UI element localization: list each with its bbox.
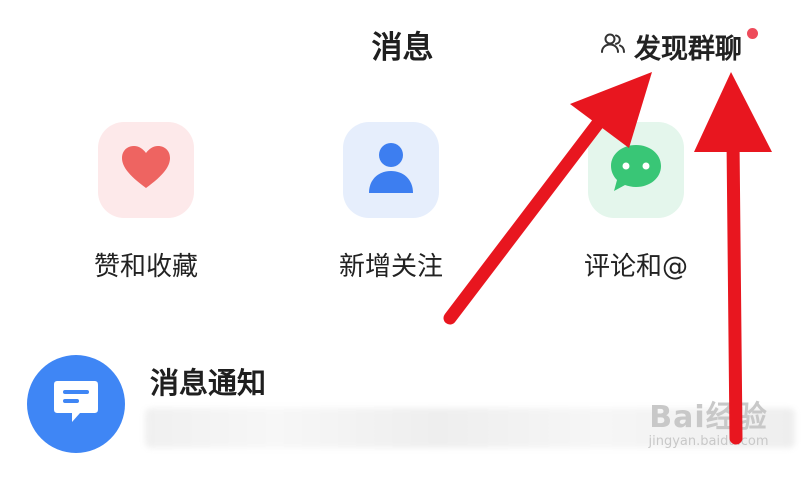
- shortcut-label: 赞和收藏: [93, 252, 198, 282]
- comments-tile: [588, 122, 684, 218]
- notification-icon[interactable]: [27, 355, 125, 453]
- message-icon: [52, 379, 100, 429]
- discover-group-chat-label: 发现群聊: [634, 33, 742, 65]
- chat-bubble-icon: [609, 143, 663, 197]
- shortcut-likes-favorites[interactable]: 赞和收藏: [46, 122, 246, 283]
- group-users-icon: [600, 31, 626, 61]
- notification-dot: [747, 28, 758, 39]
- shortcut-comments-mentions[interactable]: 评论和@: [536, 122, 736, 283]
- user-icon: [366, 141, 416, 199]
- likes-tile: [98, 122, 194, 218]
- shortcut-new-followers[interactable]: 新增关注: [291, 122, 491, 283]
- shortcut-label: 新增关注: [338, 252, 443, 282]
- followers-tile: [343, 122, 439, 218]
- watermark-sub: jingyan.baidu.com: [648, 434, 769, 449]
- shortcut-label: 评论和@: [583, 252, 688, 282]
- discover-group-chat-button[interactable]: 发现群聊: [600, 26, 758, 66]
- notification-title[interactable]: 消息通知: [150, 360, 266, 402]
- watermark: Bai经验 jingyan.baidu.com: [616, 392, 801, 468]
- heart-icon: [120, 144, 172, 196]
- watermark-main: Bai经验: [649, 400, 768, 435]
